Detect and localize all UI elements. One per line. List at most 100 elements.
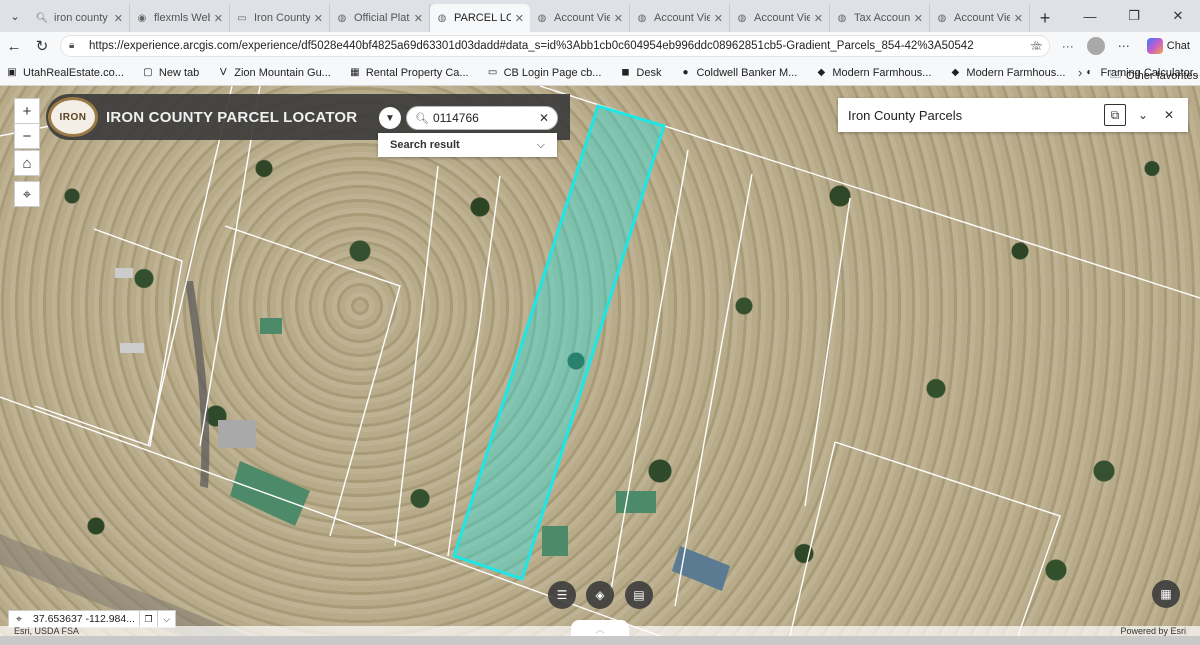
tab-title: Account View: [654, 12, 710, 24]
url-text: https://experience.arcgis.com/experience…: [89, 40, 974, 52]
tab-2[interactable]: ▭ Iron County ✕: [230, 4, 330, 32]
close-tab-icon[interactable]: ✕: [515, 12, 524, 25]
favorite-label: Zion Mountain Gu...: [234, 66, 331, 79]
parcel-search-box[interactable]: 🔍︎ ✕: [406, 106, 558, 130]
close-tab-icon[interactable]: ✕: [614, 12, 623, 25]
tab-title: Account View: [754, 12, 810, 24]
favorite-item[interactable]: ▦ Rental Property Ca...: [349, 66, 469, 79]
close-tab-icon[interactable]: ✕: [114, 12, 123, 25]
close-tab-icon[interactable]: ✕: [314, 12, 323, 25]
close-window-icon[interactable]: ✕: [1156, 0, 1200, 32]
globe-icon: ◍: [337, 12, 347, 24]
attribution-text: Esri, USDA FSA: [14, 626, 80, 636]
close-tab-icon[interactable]: ✕: [814, 12, 823, 25]
new-tab-button[interactable]: +: [1030, 4, 1060, 32]
back-button[interactable]: ←: [0, 32, 28, 60]
favorite-item[interactable]: ◼ Desk: [619, 67, 661, 79]
zion-icon: Ⅴ: [219, 67, 227, 78]
settings-more-icon[interactable]: ⋯: [1113, 35, 1135, 57]
favorite-label: Modern Farmhous...: [966, 66, 1066, 79]
tab-0[interactable]: 🔍︎ iron county m ✕: [30, 4, 130, 32]
close-tab-icon[interactable]: ✕: [414, 12, 423, 25]
minimize-icon[interactable]: —: [1068, 0, 1112, 32]
chat-label: Chat: [1166, 40, 1190, 52]
framing-icon: ◐: [1086, 67, 1093, 78]
tab-5[interactable]: ◍ Account View ✕: [530, 4, 630, 32]
crosshair-icon: ⌖: [16, 613, 22, 625]
chat-button[interactable]: Chat: [1143, 38, 1194, 54]
tab-8[interactable]: ◍ Tax Account ✕: [830, 4, 930, 32]
other-favorites-label: Other favorites: [1126, 69, 1199, 82]
page-icon: ▭: [487, 67, 498, 78]
favorite-item[interactable]: ▣ UtahRealEstate.co...: [6, 67, 124, 79]
tab-4[interactable]: ◍ PARCEL LOCAT ✕: [430, 4, 530, 32]
building-blue: [672, 546, 730, 591]
window-controls: — ❐ ✕: [1068, 0, 1200, 32]
newtab-icon: ▢: [143, 67, 153, 78]
search-result-dropdown[interactable]: Search result ⌵: [378, 133, 557, 157]
bottom-scroll-area: [0, 636, 1200, 645]
zoom-in-button[interactable]: +: [14, 98, 40, 124]
panel-collapse-chevron-icon[interactable]: ⌄: [1132, 104, 1154, 126]
tab-title: Account View: [954, 12, 1010, 24]
favorite-item[interactable]: ◆ Modern Farmhous...: [815, 67, 932, 79]
legend-list-icon[interactable]: ☰: [548, 581, 576, 609]
close-tab-icon[interactable]: ✕: [1014, 12, 1023, 25]
tab-3[interactable]: ◍ Official Plat M ✕: [330, 4, 430, 32]
favorite-item[interactable]: ▢ New tab: [142, 67, 199, 79]
globe-icon: ◍: [837, 12, 847, 24]
copy-coordinates-icon[interactable]: ❐: [138, 611, 157, 627]
close-tab-icon[interactable]: ✕: [914, 12, 923, 25]
other-favorites-button[interactable]: 🗀 Other favorites: [1110, 66, 1198, 85]
favorite-item[interactable]: ▭ CB Login Page cb...: [487, 67, 602, 79]
favorite-label: Rental Property Ca...: [365, 66, 469, 79]
cb-icon: ●: [682, 67, 689, 78]
globe-icon: ◍: [537, 12, 547, 24]
restore-icon[interactable]: ❐: [1112, 0, 1156, 32]
tab-9[interactable]: ◍ Account View ✕: [930, 4, 1030, 32]
more-menu-icon[interactable]: ···: [1057, 35, 1079, 57]
favorite-item[interactable]: ◆ Modern Farmhous...: [949, 66, 1066, 79]
address-bar[interactable]: 🔒︎ https://experience.arcgis.com/experie…: [60, 35, 1050, 57]
chevron-down-icon: ⌵: [536, 138, 545, 151]
favorites-overflow-chevron-icon[interactable]: ›: [1078, 65, 1082, 80]
locate-icon[interactable]: ⌖: [14, 181, 40, 207]
tab-7[interactable]: ◍ Account View ✕: [730, 4, 830, 32]
driveway-road: [185, 281, 210, 488]
building-green-3: [542, 526, 568, 556]
trailer-2: [120, 343, 144, 353]
favorites-icon[interactable]: ☆: [1027, 35, 1049, 57]
site-info-icon[interactable]: 🔒︎: [69, 40, 81, 52]
clear-search-icon[interactable]: ✕: [539, 111, 549, 125]
search-source-dropdown-icon[interactable]: ▼: [379, 107, 401, 129]
map-view[interactable]: IRON IRON COUNTY PARCEL LOCATOR ▼ 🔍︎ ✕ S…: [0, 86, 1200, 636]
layers-icon[interactable]: ◈: [586, 581, 614, 609]
profile-avatar[interactable]: [1086, 37, 1105, 55]
home-icon[interactable]: ⌂: [14, 150, 40, 176]
basemap-database-icon[interactable]: ▤: [625, 581, 653, 609]
app-title: IRON COUNTY PARCEL LOCATOR: [106, 108, 358, 126]
tab-6[interactable]: ◍ Account View ✕: [630, 4, 730, 32]
close-tab-icon[interactable]: ✕: [714, 12, 723, 25]
folder-icon: 🗀: [1110, 69, 1121, 81]
coordinates-readout: 37.653637 -112.984...: [33, 613, 135, 625]
coordinates-options-chevron-icon[interactable]: ⌵: [156, 611, 175, 627]
parcel-overlay: [0, 86, 1200, 636]
parcel-search-input[interactable]: [432, 111, 533, 125]
zoom-out-button[interactable]: −: [14, 123, 40, 149]
trailer-1: [115, 268, 133, 278]
favorite-item[interactable]: Ⅴ Zion Mountain Gu...: [217, 67, 331, 79]
panel-title: Iron County Parcels: [848, 107, 963, 123]
favorite-item[interactable]: ● Coldwell Banker M...: [679, 67, 797, 79]
tab-1[interactable]: ◉ flexmls Web ✕: [130, 4, 230, 32]
close-tab-icon[interactable]: ✕: [214, 12, 223, 25]
search-icon: 🔍︎: [415, 112, 429, 125]
panel-options-icon[interactable]: ⧉: [1104, 104, 1126, 126]
tab-actions-menu-icon[interactable]: ⌄: [0, 0, 30, 32]
tab-title: Account View: [554, 12, 610, 24]
panel-close-icon[interactable]: ✕: [1158, 104, 1180, 126]
flexmls-icon: ◉: [137, 12, 147, 24]
favorites-bar: ▣ UtahRealEstate.co... ▢ New tab Ⅴ Zion Mount…: [0, 60, 1200, 86]
refresh-button[interactable]: ↻: [28, 32, 56, 60]
table-grid-icon[interactable]: ▦: [1152, 580, 1180, 608]
